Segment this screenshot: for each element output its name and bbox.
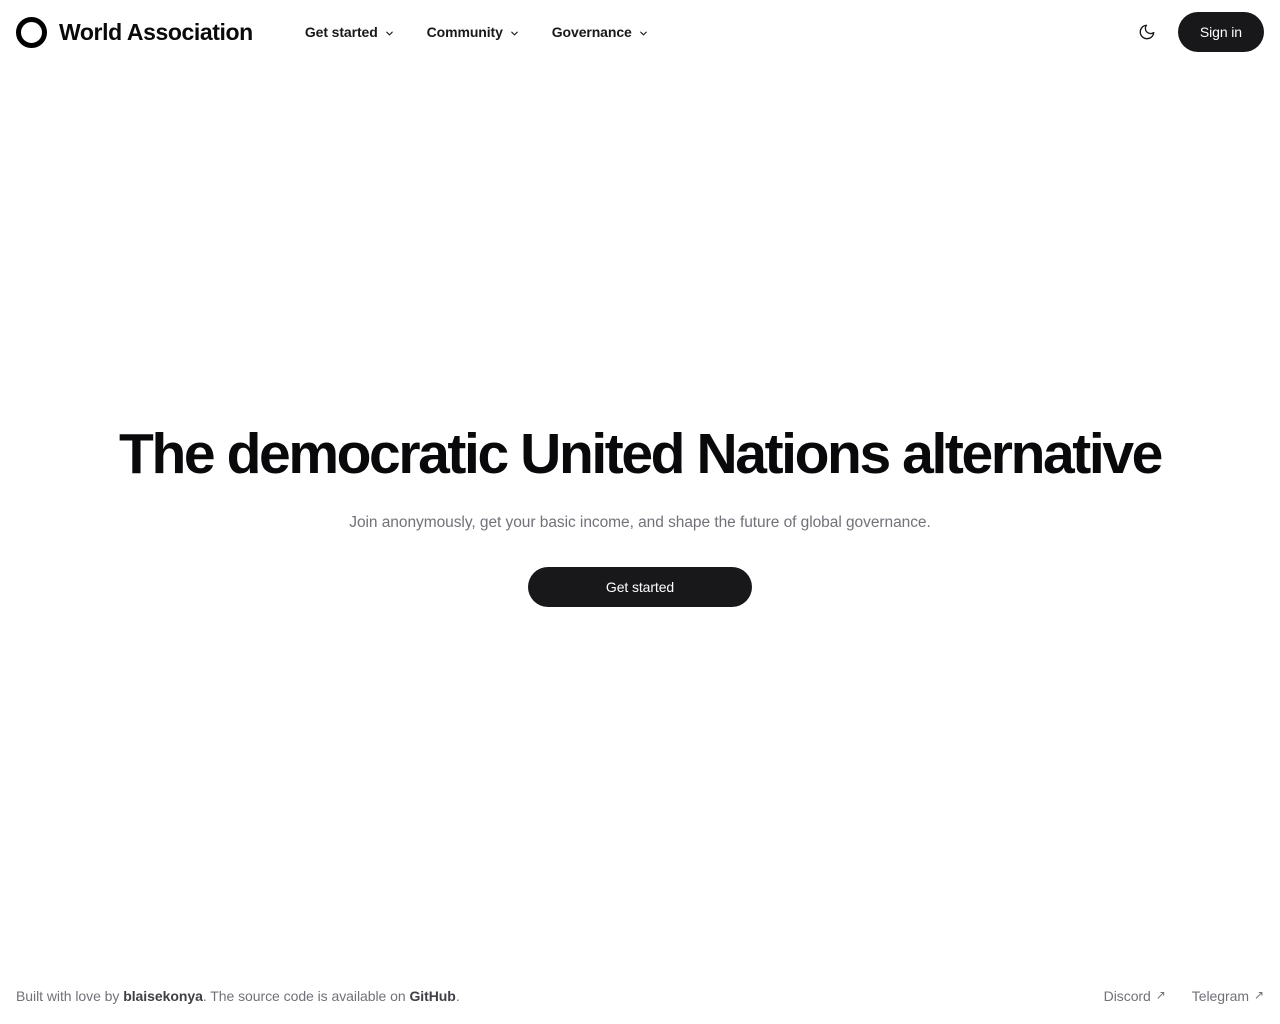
nav-item-label: Community xyxy=(426,24,503,40)
footer-credit: Built with love by blaisekonya. The sour… xyxy=(16,988,460,1004)
nav-item-community[interactable]: Community xyxy=(411,16,536,48)
footer-credit-suffix: . xyxy=(455,988,460,1004)
nav-item-label: Governance xyxy=(551,24,632,40)
footer-link-telegram[interactable]: Telegram ↗ xyxy=(1192,988,1264,1004)
landing-page: World Association Get started Community … xyxy=(0,0,1280,1024)
footer-link-label: Telegram xyxy=(1191,988,1249,1004)
brand-name: World Association xyxy=(59,18,253,45)
external-link-arrow-icon: ↗ xyxy=(1253,988,1264,1002)
moon-icon xyxy=(1138,23,1156,41)
nav-item-label: Get started xyxy=(304,24,378,40)
footer-credit-middle: . The source code is available on xyxy=(202,988,410,1004)
external-link-arrow-icon: ↗ xyxy=(1155,988,1166,1002)
header-actions: Sign in xyxy=(1130,12,1264,52)
sign-in-button[interactable]: Sign in xyxy=(1177,12,1264,52)
theme-toggle-button[interactable] xyxy=(1130,15,1164,49)
footer-credit-prefix: Built with love by xyxy=(16,988,124,1004)
site-header: World Association Get started Community … xyxy=(0,0,1280,64)
primary-nav: Get started Community Governance xyxy=(289,16,665,48)
nav-item-governance[interactable]: Governance xyxy=(536,16,665,48)
site-footer: Built with love by blaisekonya. The sour… xyxy=(0,968,1280,1024)
footer-github-link[interactable]: GitHub xyxy=(409,988,455,1004)
footer-link-label: Discord xyxy=(1103,988,1151,1004)
footer-link-discord[interactable]: Discord ↗ xyxy=(1104,988,1166,1004)
page-title: The democratic United Nations alternativ… xyxy=(119,422,1163,487)
chevron-down-icon xyxy=(509,28,520,39)
hero-subtitle: Join anonymously, get your basic income,… xyxy=(349,514,931,532)
nav-item-get-started[interactable]: Get started xyxy=(289,16,411,48)
chevron-down-icon xyxy=(638,28,649,39)
brand-home-link[interactable]: World Association xyxy=(16,16,253,48)
footer-author-link[interactable]: blaisekonya xyxy=(123,988,203,1004)
footer-social-links: Discord ↗ Telegram ↗ xyxy=(1104,988,1264,1004)
ring-circle-logo-icon xyxy=(16,16,47,48)
hero-section: The democratic United Nations alternativ… xyxy=(0,64,1280,968)
chevron-down-icon xyxy=(384,28,395,39)
get-started-button[interactable]: Get started xyxy=(528,566,752,607)
